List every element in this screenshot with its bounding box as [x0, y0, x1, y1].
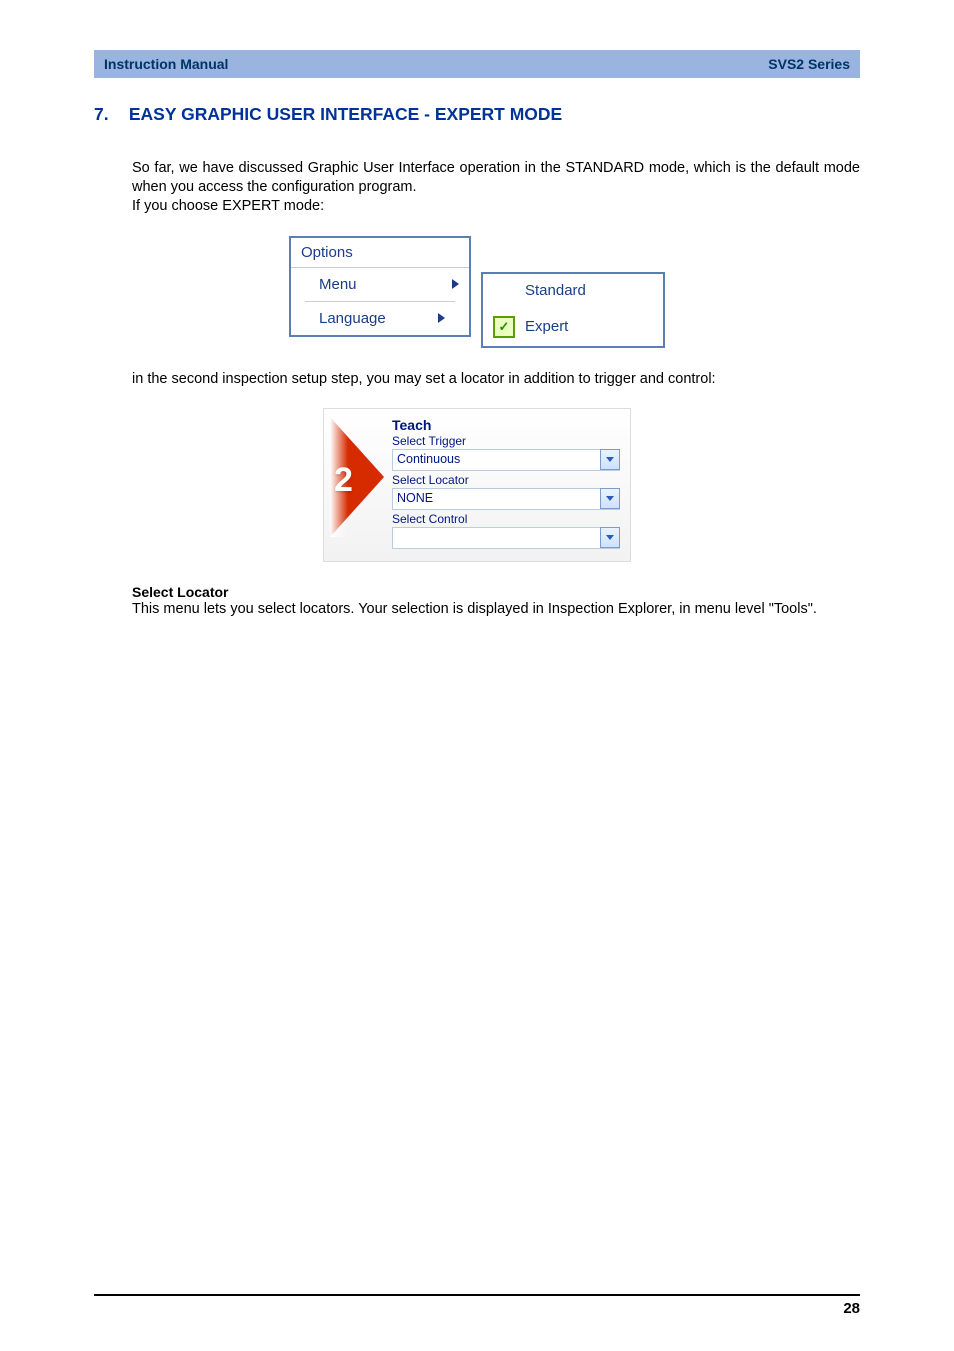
teach-title: Teach — [392, 417, 620, 433]
options-item-language[interactable]: Language — [305, 301, 455, 335]
submenu-arrow-icon — [452, 279, 459, 289]
select-trigger-dropdown[interactable]: Continuous — [392, 449, 620, 471]
options-submenu-panel: Standard ✓ Expert — [481, 272, 665, 348]
submenu-standard-label: Standard — [525, 282, 586, 299]
teach-panel: 2 Teach Select Trigger Continuous Select… — [323, 408, 631, 562]
select-locator-value: NONE — [392, 488, 600, 509]
header-right: SVS2 Series — [768, 56, 850, 72]
options-menu-title[interactable]: Options — [291, 238, 469, 268]
section-number: 7. — [94, 104, 124, 125]
checked-icon: ✓ — [493, 316, 515, 338]
options-item-menu[interactable]: Menu — [291, 268, 469, 301]
page-footer: 28 — [94, 1294, 860, 1317]
select-locator-label: Select Locator — [392, 473, 620, 487]
select-control-label: Select Control — [392, 512, 620, 526]
section-title: EASY GRAPHIC USER INTERFACE - EXPERT MOD… — [129, 104, 562, 124]
chevron-down-icon — [606, 457, 614, 462]
intro-paragraph: So far, we have discussed Graphic User I… — [132, 159, 860, 216]
step-number: 2 — [334, 461, 353, 500]
options-item-menu-label: Menu — [319, 276, 357, 293]
submenu-item-standard[interactable]: Standard — [483, 274, 663, 308]
select-control-dropdown[interactable] — [392, 527, 620, 549]
submenu-item-expert[interactable]: ✓ Expert — [483, 308, 663, 346]
page-header-bar: Instruction Manual SVS2 Series — [94, 50, 860, 78]
header-left: Instruction Manual — [104, 56, 228, 72]
options-item-language-label: Language — [319, 310, 386, 327]
submenu-arrow-icon — [438, 313, 445, 323]
chevron-down-icon — [606, 496, 614, 501]
page-number: 28 — [843, 1300, 860, 1317]
options-menu-figure: Options Menu Language Standard ✓ Expert — [94, 236, 860, 348]
teach-panel-figure: 2 Teach Select Trigger Continuous Select… — [94, 408, 860, 562]
select-locator-paragraph: This menu lets you select locators. Your… — [132, 600, 860, 619]
step-2-arrow-badge: 2 — [330, 417, 384, 537]
select-trigger-value: Continuous — [392, 449, 600, 470]
select-locator-dropdown[interactable]: NONE — [392, 488, 620, 510]
dropdown-button[interactable] — [600, 527, 620, 548]
options-menu-panel: Options Menu Language — [289, 236, 471, 337]
select-trigger-label: Select Trigger — [392, 434, 620, 448]
intro-line2: If you choose EXPERT mode: — [132, 198, 324, 214]
chevron-down-icon — [606, 535, 614, 540]
mid-paragraph: in the second inspection setup step, you… — [132, 370, 860, 389]
checkbox-spacer — [493, 282, 515, 300]
dropdown-button[interactable] — [600, 449, 620, 470]
select-control-value — [392, 527, 600, 548]
dropdown-button[interactable] — [600, 488, 620, 509]
select-locator-heading: Select Locator — [132, 584, 860, 600]
section-heading: 7. EASY GRAPHIC USER INTERFACE - EXPERT … — [94, 104, 860, 125]
submenu-expert-label: Expert — [525, 318, 568, 335]
intro-line1: So far, we have discussed Graphic User I… — [132, 160, 860, 195]
